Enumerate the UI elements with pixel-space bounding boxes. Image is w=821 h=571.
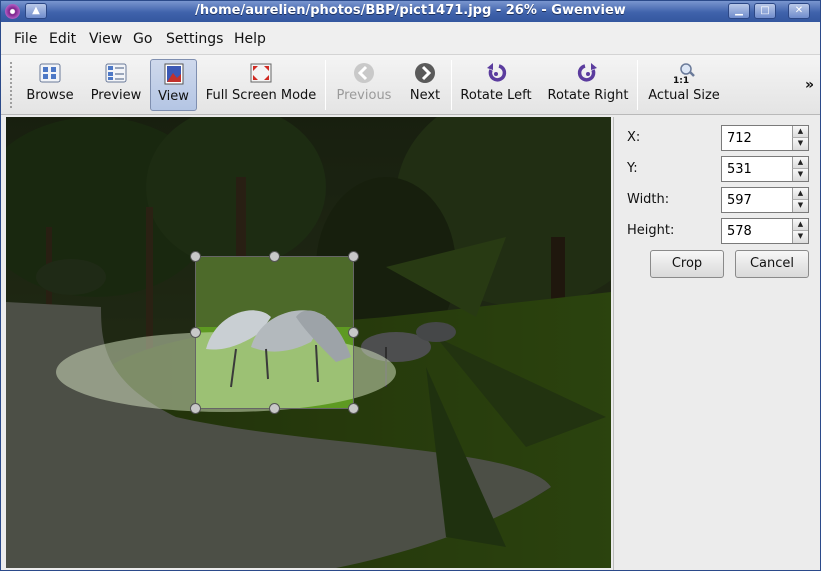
menu-go[interactable]: Go bbox=[133, 31, 152, 47]
crop-handle-bottom-right[interactable] bbox=[348, 403, 359, 414]
zoom-actual-size-icon: 1:1 bbox=[673, 63, 695, 84]
width-row: Width: ▲ ▼ bbox=[614, 187, 821, 213]
rotate-left-icon bbox=[487, 63, 507, 82]
app-window: ▲ /home/aurelien/photos/BBP/pict1471.jpg… bbox=[0, 0, 821, 571]
y-spinbox[interactable]: ▲ ▼ bbox=[721, 156, 809, 182]
menu-view[interactable]: View bbox=[89, 31, 122, 47]
x-label: X: bbox=[627, 130, 641, 145]
fullscreen-label: Full Screen Mode bbox=[205, 88, 317, 103]
crop-handle-top-right[interactable] bbox=[348, 251, 359, 262]
crop-handle-top-left[interactable] bbox=[190, 251, 201, 262]
next-arrow-icon bbox=[415, 63, 435, 83]
toolbar-separator bbox=[451, 60, 452, 110]
crop-handle-right[interactable] bbox=[348, 327, 359, 338]
y-decrement-icon[interactable]: ▼ bbox=[792, 169, 808, 181]
view-label: View bbox=[158, 89, 189, 104]
next-button[interactable]: Next bbox=[404, 59, 446, 111]
title-bar[interactable]: ▲ /home/aurelien/photos/BBP/pict1471.jpg… bbox=[1, 1, 820, 22]
preview-button[interactable]: Preview bbox=[87, 59, 145, 111]
toolbar-grip[interactable] bbox=[9, 61, 13, 109]
svg-text:1:1: 1:1 bbox=[673, 76, 689, 84]
crop-handle-bottom[interactable] bbox=[269, 403, 280, 414]
height-increment-icon[interactable]: ▲ bbox=[792, 219, 808, 231]
browse-label: Browse bbox=[26, 88, 74, 103]
y-label: Y: bbox=[627, 161, 638, 176]
actual-size-button[interactable]: 1:1 Actual Size bbox=[646, 59, 722, 111]
crop-handle-top[interactable] bbox=[269, 251, 280, 262]
width-label: Width: bbox=[627, 192, 670, 207]
rotate-right-label: Rotate Right bbox=[547, 88, 629, 103]
menu-bar: File Edit View Go Settings Help bbox=[1, 22, 820, 55]
x-increment-icon[interactable]: ▲ bbox=[792, 126, 808, 138]
minimize-icon[interactable]: ▁ bbox=[728, 3, 750, 19]
main-toolbar: Browse Preview View Full Screen Mode Pre… bbox=[1, 55, 820, 115]
width-increment-icon[interactable]: ▲ bbox=[792, 188, 808, 200]
fullscreen-button[interactable]: Full Screen Mode bbox=[204, 59, 318, 111]
height-row: Height: ▲ ▼ bbox=[614, 218, 821, 244]
view-icon bbox=[164, 63, 183, 85]
menu-settings[interactable]: Settings bbox=[166, 31, 223, 47]
width-input[interactable] bbox=[722, 188, 792, 212]
previous-button[interactable]: Previous bbox=[334, 59, 394, 111]
width-decrement-icon[interactable]: ▼ bbox=[792, 200, 808, 212]
crop-handle-bottom-left[interactable] bbox=[190, 403, 201, 414]
cancel-button[interactable]: Cancel bbox=[735, 250, 809, 278]
menu-edit[interactable]: Edit bbox=[49, 31, 76, 47]
x-row: X: ▲ ▼ bbox=[614, 125, 821, 151]
height-label: Height: bbox=[627, 223, 675, 238]
preview-label: Preview bbox=[90, 88, 142, 103]
x-input[interactable] bbox=[722, 126, 792, 150]
image-viewer[interactable] bbox=[6, 117, 611, 568]
previous-arrow-icon bbox=[354, 63, 374, 83]
menu-help[interactable]: Help bbox=[234, 31, 266, 47]
toolbar-separator bbox=[325, 60, 326, 110]
toolbar-overflow-icon[interactable]: » bbox=[805, 77, 814, 93]
width-spinbox[interactable]: ▲ ▼ bbox=[721, 187, 809, 213]
browse-button[interactable]: Browse bbox=[21, 59, 79, 111]
x-decrement-icon[interactable]: ▼ bbox=[792, 138, 808, 150]
rotate-right-button[interactable]: Rotate Right bbox=[545, 59, 631, 111]
y-increment-icon[interactable]: ▲ bbox=[792, 157, 808, 169]
height-spinbox[interactable]: ▲ ▼ bbox=[721, 218, 809, 244]
crop-selection-rect[interactable] bbox=[195, 256, 354, 409]
toolbar-separator bbox=[637, 60, 638, 110]
previous-label: Previous bbox=[336, 88, 392, 103]
x-spinbox[interactable]: ▲ ▼ bbox=[721, 125, 809, 151]
rotate-left-button[interactable]: Rotate Left bbox=[459, 59, 533, 111]
menu-file[interactable]: File bbox=[14, 31, 37, 47]
next-label: Next bbox=[409, 88, 441, 103]
fullscreen-icon bbox=[250, 63, 272, 83]
actual-size-label: Actual Size bbox=[648, 88, 720, 103]
maximize-icon[interactable]: □ bbox=[754, 3, 776, 19]
rotate-right-icon bbox=[577, 63, 597, 82]
height-input[interactable] bbox=[722, 219, 792, 243]
y-row: Y: ▲ ▼ bbox=[614, 156, 821, 182]
view-button[interactable]: View bbox=[150, 59, 197, 111]
rotate-left-label: Rotate Left bbox=[460, 88, 532, 103]
crop-button[interactable]: Crop bbox=[650, 250, 724, 278]
y-input[interactable] bbox=[722, 157, 792, 181]
window-title: /home/aurelien/photos/BBP/pict1471.jpg -… bbox=[195, 3, 626, 18]
preview-icon bbox=[105, 63, 127, 83]
height-decrement-icon[interactable]: ▼ bbox=[792, 231, 808, 243]
crop-handle-left[interactable] bbox=[190, 327, 201, 338]
crop-side-panel: X: ▲ ▼ Y: ▲ ▼ Width: ▲ ▼ Height: bbox=[613, 117, 820, 570]
browse-icon bbox=[39, 63, 61, 83]
close-icon[interactable]: ✕ bbox=[788, 3, 810, 19]
